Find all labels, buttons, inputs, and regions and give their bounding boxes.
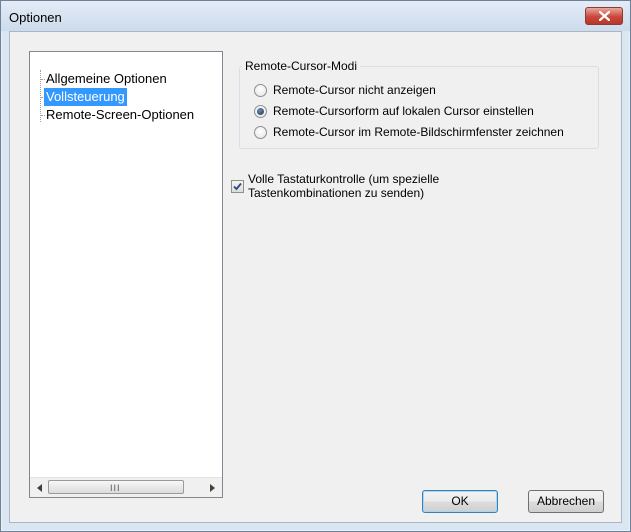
- radio-label: Remote-Cursorform auf lokalen Cursor ein…: [273, 104, 534, 118]
- scrollbar-thumb[interactable]: III: [48, 480, 184, 494]
- radio-label: Remote-Cursor im Remote-Bildschirmfenste…: [273, 125, 564, 139]
- radio-button-selected[interactable]: [254, 105, 267, 118]
- close-button[interactable]: [585, 7, 623, 25]
- options-tree[interactable]: Allgemeine Optionen Vollsteuerung Remote…: [29, 51, 223, 498]
- keyboard-control-label[interactable]: Volle Tastaturkontrolle (um spezielle Ta…: [248, 172, 508, 200]
- title-bar[interactable]: Optionen: [1, 1, 630, 31]
- cancel-button[interactable]: Abbrechen: [528, 490, 604, 513]
- dialog-client-area: Allgemeine Optionen Vollsteuerung Remote…: [9, 31, 622, 523]
- tree-viewport: Allgemeine Optionen Vollsteuerung Remote…: [30, 52, 222, 477]
- scroll-left-arrow-icon[interactable]: [34, 482, 46, 494]
- radio-selected-dot: [257, 108, 264, 115]
- tree-item-remote-screen-optionen[interactable]: Remote-Screen-Optionen: [44, 106, 196, 124]
- radio-button[interactable]: [254, 84, 267, 97]
- scroll-right-arrow-icon[interactable]: [206, 482, 218, 494]
- radio-button[interactable]: [254, 126, 267, 139]
- tree-item-vollsteuerung[interactable]: Vollsteuerung: [44, 88, 127, 106]
- tree-horizontal-scrollbar[interactable]: III: [30, 477, 222, 497]
- scrollbar-grip: III: [110, 483, 121, 493]
- tree-item-allgemeine-optionen[interactable]: Allgemeine Optionen: [44, 70, 169, 88]
- options-dialog: Optionen Allgemeine Optionen Vollsteueru…: [0, 0, 631, 532]
- close-icon: [599, 11, 610, 21]
- radio-label: Remote-Cursor nicht anzeigen: [273, 83, 436, 97]
- window-title: Optionen: [9, 10, 62, 25]
- checkmark-icon: [233, 182, 242, 191]
- ok-button[interactable]: OK: [422, 490, 498, 513]
- cursor-mode-group-label: Remote-Cursor-Modi: [242, 59, 361, 73]
- keyboard-control-checkbox[interactable]: [231, 180, 244, 193]
